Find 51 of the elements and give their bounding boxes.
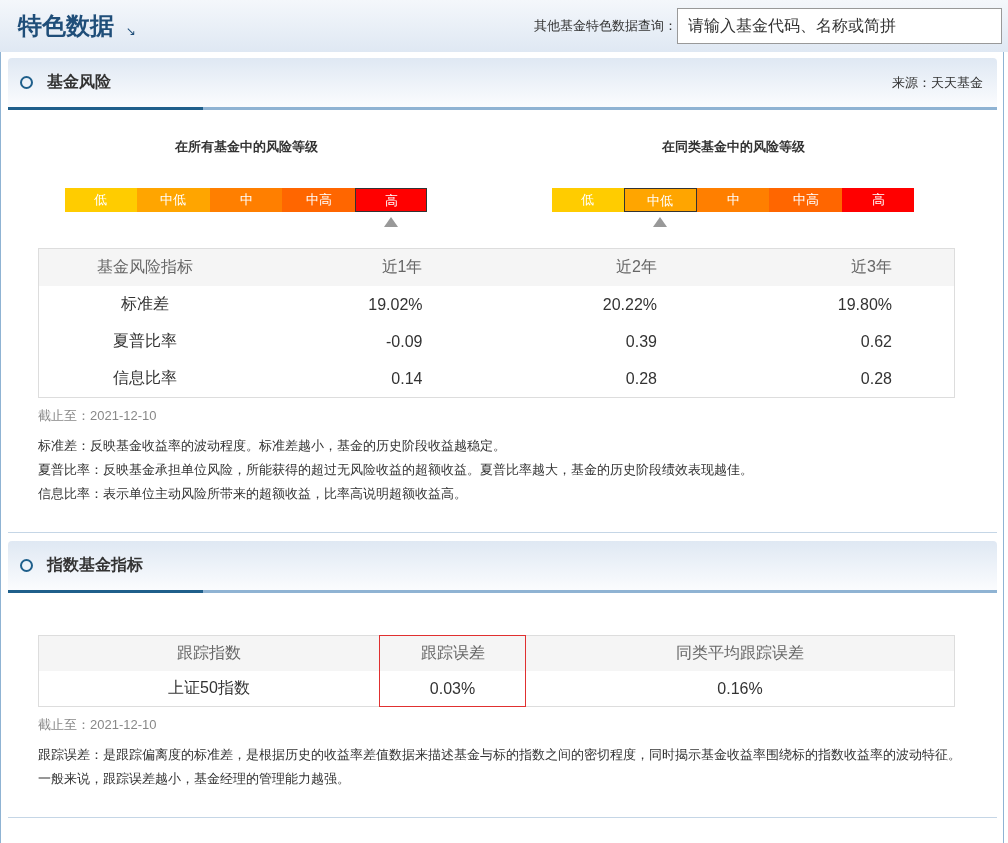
table-cell: 0.14: [250, 360, 485, 398]
table-cell: 上证50指数: [38, 671, 380, 707]
table-cell: 信息比率: [38, 360, 250, 398]
table-cell: 0.28: [719, 360, 955, 398]
column-header: 近1年: [250, 248, 485, 286]
note-text: 跟踪误差：是跟踪偏离度的标准差，是根据历史的收益率差值数据来描述基金与标的指数之间的密切程度，同时揭示基金收益率围绕标的指数收益率的波动特征。一般来说，跟踪误差越小，基金经理的管理能力越强。: [38, 746, 962, 788]
risk-level: 中: [209, 188, 283, 212]
table-cell-text: -0.09: [385, 331, 424, 352]
source-text: 来源：天天基金: [892, 73, 983, 92]
table-cell: 0.03%: [379, 671, 526, 707]
table-cell: 19.02%: [250, 286, 485, 323]
table-cell: 0.62: [719, 323, 955, 360]
search-label: 其他基金特色数据查询：: [534, 17, 677, 35]
pointer-icon: [384, 217, 399, 227]
table-cell: 0.16%: [525, 671, 955, 707]
column-header: 近2年: [484, 248, 719, 286]
table-cell: 标准差: [38, 286, 250, 323]
column-header: 近3年: [719, 248, 955, 286]
pointer-icon: [653, 217, 668, 227]
column-header: 跟踪误差: [379, 635, 526, 671]
table-cell: 夏普比率: [38, 323, 250, 360]
circle-icon: [20, 76, 33, 89]
risk-level: 中: [696, 188, 770, 212]
table-cell: 0.28: [484, 360, 719, 398]
column-header: 同类平均跟踪误差: [525, 635, 955, 671]
note-text: 信息比率：表示单位主动风险所带来的超额收益，比率高说明超额收益高。: [38, 485, 468, 503]
risk-level: 低: [551, 188, 625, 212]
column-header: 跟踪指数: [38, 635, 380, 671]
page-title: 特色数据: [18, 11, 114, 41]
note-text: 夏普比率：反映基金承担单位风险，所能获得的超过无风险收益的超额收益。夏普比率越大，基金的历史阶段绩效表现越佳。: [38, 461, 754, 479]
risk-level: 中高: [282, 188, 355, 212]
section-title: 指数基金指标: [47, 555, 143, 575]
risk-level: 高: [841, 188, 915, 212]
table-cell: 20.22%: [484, 286, 719, 323]
note-text: 标准差：反映基金收益率的波动程度。标准差越小，基金的历史阶段收益越稳定。: [38, 437, 507, 455]
expand-link[interactable]: ↘: [126, 24, 137, 38]
date-text: 截止至：2021-12-10: [38, 716, 158, 734]
scale-title: 在同类基金中的风险等级: [661, 138, 805, 156]
table-cell: 19.80%: [719, 286, 955, 323]
scale-title: 在所有基金中的风险等级: [174, 138, 318, 156]
circle-icon: [20, 559, 33, 572]
date-text: 截止至：2021-12-10: [38, 407, 158, 425]
risk-level: 中高: [769, 188, 842, 212]
section-title: 基金风险: [47, 72, 111, 92]
risk-level: 中低: [624, 188, 697, 212]
table-cell-text: 0.39: [624, 331, 658, 352]
risk-level: 低: [64, 188, 138, 212]
risk-level: 中低: [137, 188, 210, 212]
search-field[interactable]: 请输入基金代码、名称或简拼: [677, 8, 1002, 44]
risk-level: 高: [354, 188, 428, 212]
column-header: 基金风险指标: [38, 248, 250, 286]
